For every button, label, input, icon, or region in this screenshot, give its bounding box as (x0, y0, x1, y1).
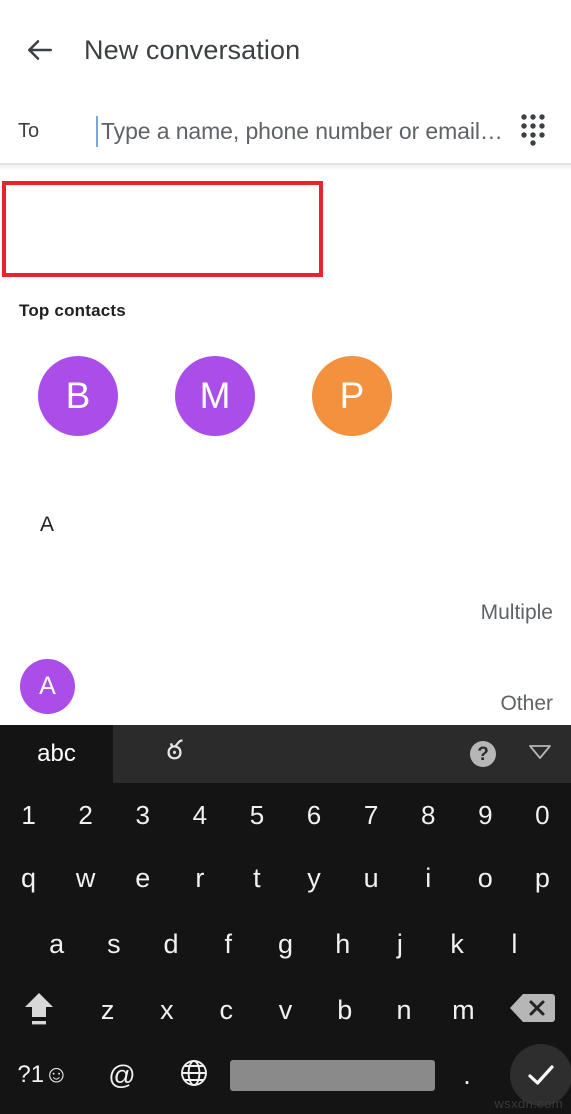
avatar-initial: P (339, 375, 365, 416)
dialpad-icon (518, 112, 548, 151)
symbols-key[interactable]: ?1☺ (0, 1043, 86, 1107)
key-y[interactable]: y (285, 845, 342, 911)
key-s[interactable]: s (85, 911, 142, 977)
alpha-section-header: A (40, 513, 55, 536)
period-key[interactable]: . (435, 1043, 499, 1107)
recipient-row: To Type a name, phone number or email… (0, 100, 571, 163)
key-p[interactable]: p (514, 845, 571, 911)
space-key[interactable] (230, 1059, 435, 1091)
page-title: New conversation (84, 34, 301, 65)
contact-label-multiple[interactable]: Multiple (481, 601, 553, 625)
avatar[interactable]: A (20, 659, 75, 714)
key-z[interactable]: z (78, 977, 137, 1043)
keyboard-row-bottom-letters: z x c v b n m (0, 977, 571, 1043)
key-o[interactable]: o (457, 845, 514, 911)
header-divider-shadow (0, 165, 571, 171)
contact-label-other[interactable]: Other (500, 692, 553, 716)
keyboard-toolbar: abc ఠ ? (0, 725, 571, 783)
avatar-initial: M (199, 375, 231, 416)
key-4[interactable]: 4 (171, 785, 228, 845)
key-f[interactable]: f (200, 911, 257, 977)
back-arrow-icon (24, 34, 56, 66)
key-n[interactable]: n (374, 977, 433, 1043)
key-w[interactable]: w (57, 845, 114, 911)
keyboard-key-rows: 1 2 3 4 5 6 7 8 9 0 q w e r t y u i o p … (0, 783, 571, 1107)
shift-icon (20, 988, 58, 1033)
top-contacts-avatar-row: B M P (0, 355, 571, 437)
key-e[interactable]: e (114, 845, 171, 911)
key-a[interactable]: a (28, 911, 85, 977)
recipient-input[interactable]: Type a name, phone number or email… (96, 100, 503, 163)
key-1[interactable]: 1 (0, 785, 57, 845)
key-g[interactable]: g (257, 911, 314, 977)
keyboard-row-top: q w e r t y u i o p (0, 845, 571, 911)
key-3[interactable]: 3 (114, 785, 171, 845)
back-button[interactable] (14, 24, 66, 76)
language-switch-key[interactable] (158, 1043, 230, 1107)
dialpad-button[interactable] (503, 102, 563, 162)
top-contacts-header: Top contacts (19, 301, 126, 320)
key-2[interactable]: 2 (57, 785, 114, 845)
avatar[interactable]: B (38, 356, 118, 436)
key-8[interactable]: 8 (400, 785, 457, 845)
chevron-down-icon (527, 743, 553, 766)
recipient-placeholder: Type a name, phone number or email… (101, 118, 503, 144)
key-r[interactable]: r (171, 845, 228, 911)
avatar-initial: B (65, 375, 91, 416)
key-i[interactable]: i (400, 845, 457, 911)
keyboard-collapse-button[interactable] (509, 725, 571, 783)
keyboard-tab-script[interactable]: ఠ (113, 725, 236, 783)
app-bar: New conversation (0, 0, 571, 100)
key-u[interactable]: u (343, 845, 400, 911)
backspace-key[interactable] (493, 977, 571, 1043)
key-t[interactable]: t (228, 845, 285, 911)
keyboard-row-numbers: 1 2 3 4 5 6 7 8 9 0 (0, 785, 571, 845)
keyboard-row-home: a s d f g h j k l (0, 911, 571, 977)
keyboard-row-functions: ?1☺ @ . (0, 1043, 571, 1107)
key-j[interactable]: j (371, 911, 428, 977)
key-v[interactable]: v (256, 977, 315, 1043)
key-x[interactable]: x (137, 977, 196, 1043)
enter-key[interactable] (499, 1043, 571, 1107)
shift-key[interactable] (0, 977, 78, 1043)
avatar-initial: A (39, 672, 56, 700)
key-7[interactable]: 7 (343, 785, 400, 845)
space-key-area (230, 1043, 435, 1107)
new-conversation-screen: New conversation To Type a name, phone n… (0, 0, 571, 1114)
key-m[interactable]: m (434, 977, 493, 1043)
key-5[interactable]: 5 (228, 785, 285, 845)
to-label: To (18, 120, 40, 142)
key-k[interactable]: k (429, 911, 486, 977)
on-screen-keyboard: abc ఠ ? 1 2 3 4 5 6 7 8 9 0 q w e r t y … (0, 725, 571, 1114)
at-key[interactable]: @ (86, 1043, 158, 1107)
key-d[interactable]: d (142, 911, 199, 977)
key-0[interactable]: 0 (514, 785, 571, 845)
help-icon: ? (470, 741, 496, 767)
key-l[interactable]: l (486, 911, 543, 977)
language-globe-icon (179, 1058, 209, 1093)
backspace-icon (508, 991, 556, 1030)
key-c[interactable]: c (197, 977, 256, 1043)
keyboard-tab-latin[interactable]: abc (0, 725, 113, 783)
avatar[interactable]: M (175, 356, 255, 436)
avatar[interactable]: P (312, 356, 392, 436)
key-b[interactable]: b (315, 977, 374, 1043)
key-q[interactable]: q (0, 845, 57, 911)
key-h[interactable]: h (314, 911, 371, 977)
key-6[interactable]: 6 (285, 785, 342, 845)
checkmark-icon (510, 1044, 571, 1106)
keyboard-help-button[interactable]: ? (457, 725, 509, 783)
key-9[interactable]: 9 (457, 785, 514, 845)
create-group-highlight-box (2, 181, 323, 277)
